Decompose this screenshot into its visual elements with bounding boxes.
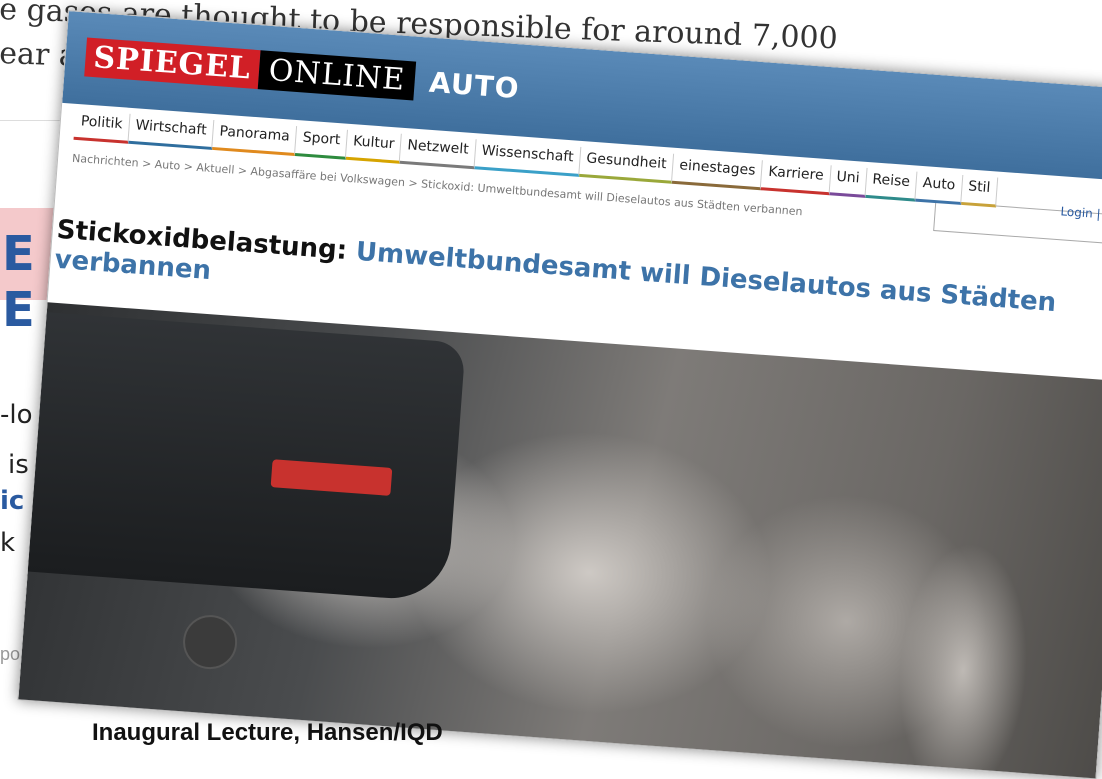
nav-item-panorama[interactable]: Panorama (212, 120, 298, 157)
section-title: AUTO (427, 65, 521, 105)
logo-online: ONLINE (257, 49, 417, 101)
car-rear (27, 312, 466, 603)
article-photo (17, 302, 1102, 779)
nav-item-wirtschaft[interactable]: Wirtschaft (128, 113, 215, 150)
spiegel-screenshot: SPIEGEL ONLINE AUTO Login | Regis Politi… (17, 10, 1102, 779)
nav-item-gesundheit[interactable]: Gesundheit (579, 146, 675, 184)
background-fragment: -lo (0, 400, 33, 430)
nav-item-uni[interactable]: Uni (829, 165, 868, 198)
site-logo[interactable]: SPIEGEL ONLINE AUTO (84, 32, 521, 112)
nav-item-kultur[interactable]: Kultur (345, 129, 403, 164)
nav-item-sport[interactable]: Sport (295, 126, 349, 160)
background-fragment-link[interactable]: ic (0, 486, 24, 516)
background-fragment: k (0, 528, 16, 558)
nav-item-politik[interactable]: Politik (73, 109, 131, 144)
logo-spiegel: SPIEGEL (84, 36, 261, 89)
background-fragment: is (8, 450, 29, 480)
nav-item-karriere[interactable]: Karriere (761, 160, 832, 196)
lecture-caption: Inaugural Lecture, Hansen/IQD (92, 719, 443, 746)
nav-item-auto[interactable]: Auto (915, 171, 964, 205)
nav-item-netzwelt[interactable]: Netzwelt (400, 133, 477, 170)
exhaust-pipe (181, 613, 239, 672)
nav-item-wissenschaft[interactable]: Wissenschaft (474, 139, 582, 177)
nav-item-reise[interactable]: Reise (865, 167, 918, 202)
nav-item-stil[interactable]: Stil (960, 174, 999, 208)
nav-item-einestages[interactable]: einestages (672, 153, 764, 191)
